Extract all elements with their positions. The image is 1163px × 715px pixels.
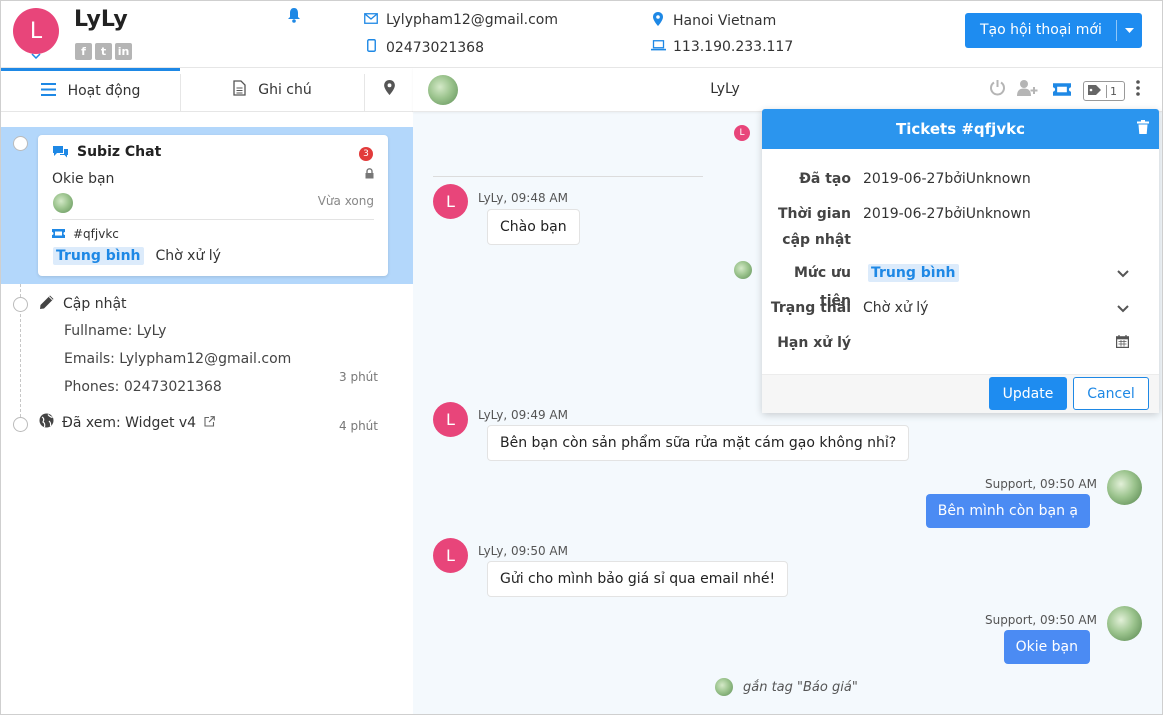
tag-count: 1 xyxy=(1106,84,1117,98)
ticket-ref[interactable]: #qfjvkc xyxy=(52,227,119,241)
social-links: f t in xyxy=(75,43,132,60)
tag-icon xyxy=(1088,84,1102,98)
email-text[interactable]: Lylypham12@gmail.com xyxy=(386,12,558,28)
add-user-icon[interactable] xyxy=(1017,79,1039,100)
map-marker-icon xyxy=(651,12,665,30)
chat-bubbles-icon xyxy=(52,145,69,162)
list-icon xyxy=(40,82,56,100)
new-conversation-button[interactable]: Tạo hội thoại mới xyxy=(965,13,1142,48)
contact-name: LyLy xyxy=(74,7,128,32)
message-meta: Support, 09:50 AM xyxy=(984,477,1097,491)
location-info: Hanoi Vietnam xyxy=(651,12,776,30)
cancel-button[interactable]: Cancel xyxy=(1073,377,1149,410)
agent-avatar xyxy=(1107,470,1142,505)
facebook-icon[interactable]: f xyxy=(75,43,92,60)
activity-emails: Emails: Lylypham12@gmail.com xyxy=(64,351,292,367)
widget-link[interactable]: Đã xem: Widget v4 xyxy=(62,415,196,431)
avatar: L xyxy=(433,184,468,219)
agent-avatar xyxy=(715,678,733,696)
external-link-icon[interactable] xyxy=(204,415,215,431)
laptop-icon xyxy=(651,39,666,55)
update-activity-title: Cập nhật xyxy=(39,294,127,314)
tab-notes[interactable]: Ghi chú xyxy=(181,68,364,111)
chevron-down-icon[interactable] xyxy=(1117,302,1129,317)
bell-icon[interactable] xyxy=(287,7,301,27)
update-button[interactable]: Update xyxy=(989,377,1067,410)
power-icon[interactable] xyxy=(989,79,1006,100)
message-bubble: Gửi cho mình bảo giá sỉ qua email nhé! xyxy=(487,561,789,597)
tag-button[interactable]: 1 xyxy=(1083,81,1125,101)
map-marker-icon xyxy=(383,80,395,99)
channel-title: Subiz Chat xyxy=(77,144,162,160)
envelope-icon xyxy=(364,12,378,28)
chat-contact-name: LyLy xyxy=(710,81,740,97)
app-window: L LyLy f t in Lylypham12@gmail.com 02473… xyxy=(0,0,1163,715)
activity-time: 4 phút xyxy=(339,419,378,433)
unread-badge: 3 xyxy=(359,147,373,161)
ticket-icon xyxy=(52,227,65,241)
timeline-dot xyxy=(13,297,28,312)
chat-header: LyLy 1 xyxy=(413,68,1162,112)
more-vertical-icon[interactable] xyxy=(1136,80,1140,100)
tab-activity[interactable]: Hoạt động xyxy=(1,68,180,111)
chevron-down-icon[interactable] xyxy=(31,51,41,62)
ticket-icon[interactable] xyxy=(1053,81,1071,100)
email-info: Lylypham12@gmail.com xyxy=(364,12,558,28)
ticket-status-row: Trung bình Chờ xử lý xyxy=(53,247,221,265)
activity-panel: Hoạt động Ghi chú Subiz Chat 3 Okie bạn … xyxy=(1,68,413,714)
message-meta: LyLy, 09:49 AM xyxy=(478,408,568,422)
agent-avatar xyxy=(734,261,752,279)
mobile-icon xyxy=(364,39,378,56)
tab-location[interactable] xyxy=(365,68,413,111)
twitter-icon[interactable]: t xyxy=(95,43,112,60)
panel-tabs: Hoạt động Ghi chú xyxy=(1,68,413,112)
phone-text[interactable]: 02473021368 xyxy=(386,40,484,56)
caret-down-icon[interactable] xyxy=(1117,25,1142,36)
ticket-popup: Tickets #qfjvkc Đã tạo 2019-06-27bởiUnkn… xyxy=(762,109,1159,413)
message-meta: LyLy, 09:50 AM xyxy=(478,544,568,558)
agent-avatar xyxy=(53,193,73,213)
tag-event: gắn tag "Báo giá" xyxy=(715,678,858,696)
message-bubble: Bên bạn còn sản phẩm sữa rửa mặt cám gạo… xyxy=(487,425,910,461)
timeline-dot xyxy=(13,136,28,151)
phone-info: 02473021368 xyxy=(364,39,484,56)
linkedin-icon[interactable]: in xyxy=(115,43,132,60)
avatar: L xyxy=(433,402,468,437)
message-bubble: Okie bạn xyxy=(1003,630,1090,664)
contact-header: L LyLy f t in Lylypham12@gmail.com 02473… xyxy=(1,1,1162,68)
view-activity-title: Đã xem: Widget v4 xyxy=(39,413,215,432)
avatar: L xyxy=(734,125,750,141)
document-icon xyxy=(233,79,246,100)
activity-fullname: Fullname: LyLy xyxy=(64,323,167,339)
lock-icon xyxy=(365,168,374,182)
status-text: Chờ xử lý xyxy=(155,248,221,264)
conversation-card[interactable]: Subiz Chat 3 Okie bạn Vừa xong #qfjvkc T… xyxy=(38,135,388,276)
message-meta: LyLy, 09:48 AM xyxy=(478,191,568,205)
timeline-dot xyxy=(13,417,28,432)
message-divider xyxy=(433,176,703,177)
avatar[interactable]: L xyxy=(13,8,59,54)
trash-icon[interactable] xyxy=(1137,120,1149,138)
priority-chip: Trung bình xyxy=(868,264,959,282)
location-text: Hanoi Vietnam xyxy=(673,13,777,29)
card-divider xyxy=(52,219,374,220)
pencil-icon xyxy=(39,294,55,314)
chevron-down-icon[interactable] xyxy=(1117,267,1129,282)
message-meta: Support, 09:50 AM xyxy=(984,613,1097,627)
last-message: Okie bạn xyxy=(52,171,115,187)
last-message-time: Vừa xong xyxy=(317,194,374,208)
message-bubble: Chào bạn xyxy=(487,209,580,245)
avatar: L xyxy=(433,538,468,573)
ip-text: 113.190.233.117 xyxy=(673,39,794,55)
globe-icon xyxy=(39,413,54,432)
calendar-icon[interactable] xyxy=(1116,335,1130,352)
agent-avatar xyxy=(1107,606,1142,641)
activity-phones: Phones: 02473021368 xyxy=(64,379,222,395)
activity-time: 3 phút xyxy=(339,370,378,384)
ticket-title: Tickets #qfjvkc xyxy=(762,109,1159,149)
message-bubble: Bên mình còn bạn ạ xyxy=(925,494,1090,528)
ip-info: 113.190.233.117 xyxy=(651,39,793,55)
priority-chip: Trung bình xyxy=(53,247,144,265)
